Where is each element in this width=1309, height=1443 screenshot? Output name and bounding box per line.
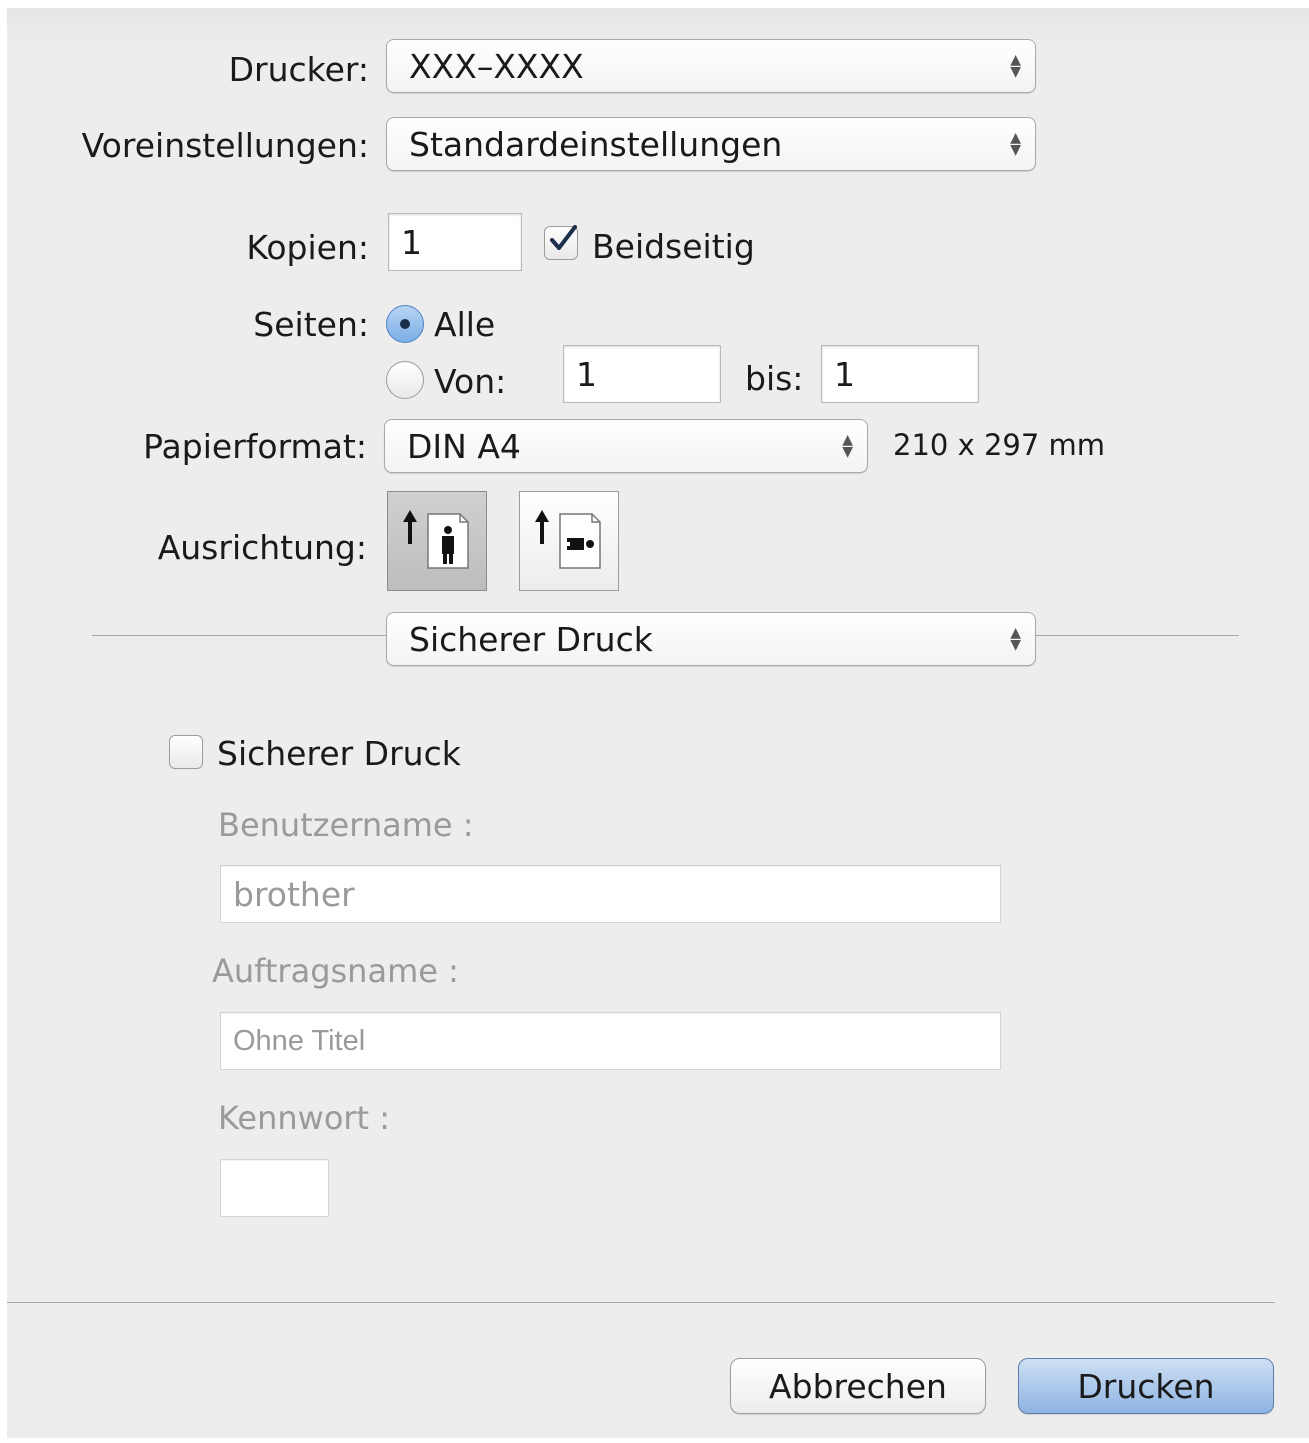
cancel-button[interactable]: Abbrechen [730, 1358, 986, 1414]
pages-to-label: bis: [745, 359, 804, 398]
print-dialog: Drucker: XXX–XXXX ▲ ▼ Voreinstellungen: S… [7, 8, 1309, 1438]
popup-arrows-icon: ▲ ▼ [1010, 130, 1021, 158]
presets-label: Voreinstellungen: [81, 126, 369, 165]
pages-from-radio[interactable] [386, 361, 424, 399]
paper-label: Papierformat: [143, 427, 367, 466]
jobname-label: Auftragsname : [212, 952, 459, 990]
paper-size-text: 210 x 297 mm [893, 428, 1106, 462]
portrait-icon [403, 510, 469, 569]
presets-value: Standardeinstellungen [409, 124, 783, 164]
presets-popup[interactable]: Standardeinstellungen ▲ ▼ [386, 117, 1036, 171]
landscape-icon [535, 510, 601, 569]
orientation-label: Ausrichtung: [157, 528, 367, 567]
popup-arrows-icon: ▲ ▼ [1010, 625, 1021, 653]
pages-label: Seiten: [253, 305, 369, 344]
username-label: Benutzername : [218, 806, 474, 844]
copies-label: Kopien: [246, 228, 369, 267]
pages-all-label: Alle [434, 305, 496, 344]
password-label: Kennwort : [218, 1099, 391, 1137]
checkmark-icon [550, 225, 577, 250]
popup-arrows-icon: ▲ ▼ [842, 432, 853, 460]
printer-label: Drucker: [228, 50, 369, 89]
portrait-orientation-button[interactable] [387, 491, 487, 591]
popup-arrows-icon: ▲ ▼ [1010, 52, 1021, 80]
pages-from-label: Von: [434, 362, 507, 401]
password-field[interactable] [220, 1159, 329, 1217]
section-divider-right [1036, 635, 1239, 636]
pages-from-field[interactable]: 1 [563, 345, 721, 403]
duplex-label: Beidseitig [592, 227, 755, 266]
paper-value: DIN A4 [407, 426, 521, 466]
landscape-orientation-button[interactable] [519, 491, 619, 591]
bottom-divider [7, 1302, 1275, 1303]
section-popup[interactable]: Sicherer Druck ▲ ▼ [386, 612, 1036, 666]
section-divider-left [92, 635, 387, 636]
pages-to-field[interactable]: 1 [821, 345, 979, 403]
section-popup-value: Sicherer Druck [409, 619, 653, 659]
copies-field[interactable]: 1 [388, 213, 522, 271]
printer-value: XXX–XXXX [409, 46, 584, 86]
jobname-field[interactable]: Ohne Titel [220, 1012, 1001, 1070]
printer-popup[interactable]: XXX–XXXX ▲ ▼ [386, 39, 1036, 93]
username-field[interactable]: brother [220, 865, 1001, 923]
secure-print-label: Sicherer Druck [217, 734, 461, 773]
paper-popup[interactable]: DIN A4 ▲ ▼ [384, 419, 868, 473]
pages-all-radio[interactable] [386, 305, 424, 343]
secure-print-checkbox[interactable] [169, 735, 203, 769]
duplex-checkbox[interactable] [544, 225, 578, 260]
print-button[interactable]: Drucken [1018, 1358, 1274, 1414]
